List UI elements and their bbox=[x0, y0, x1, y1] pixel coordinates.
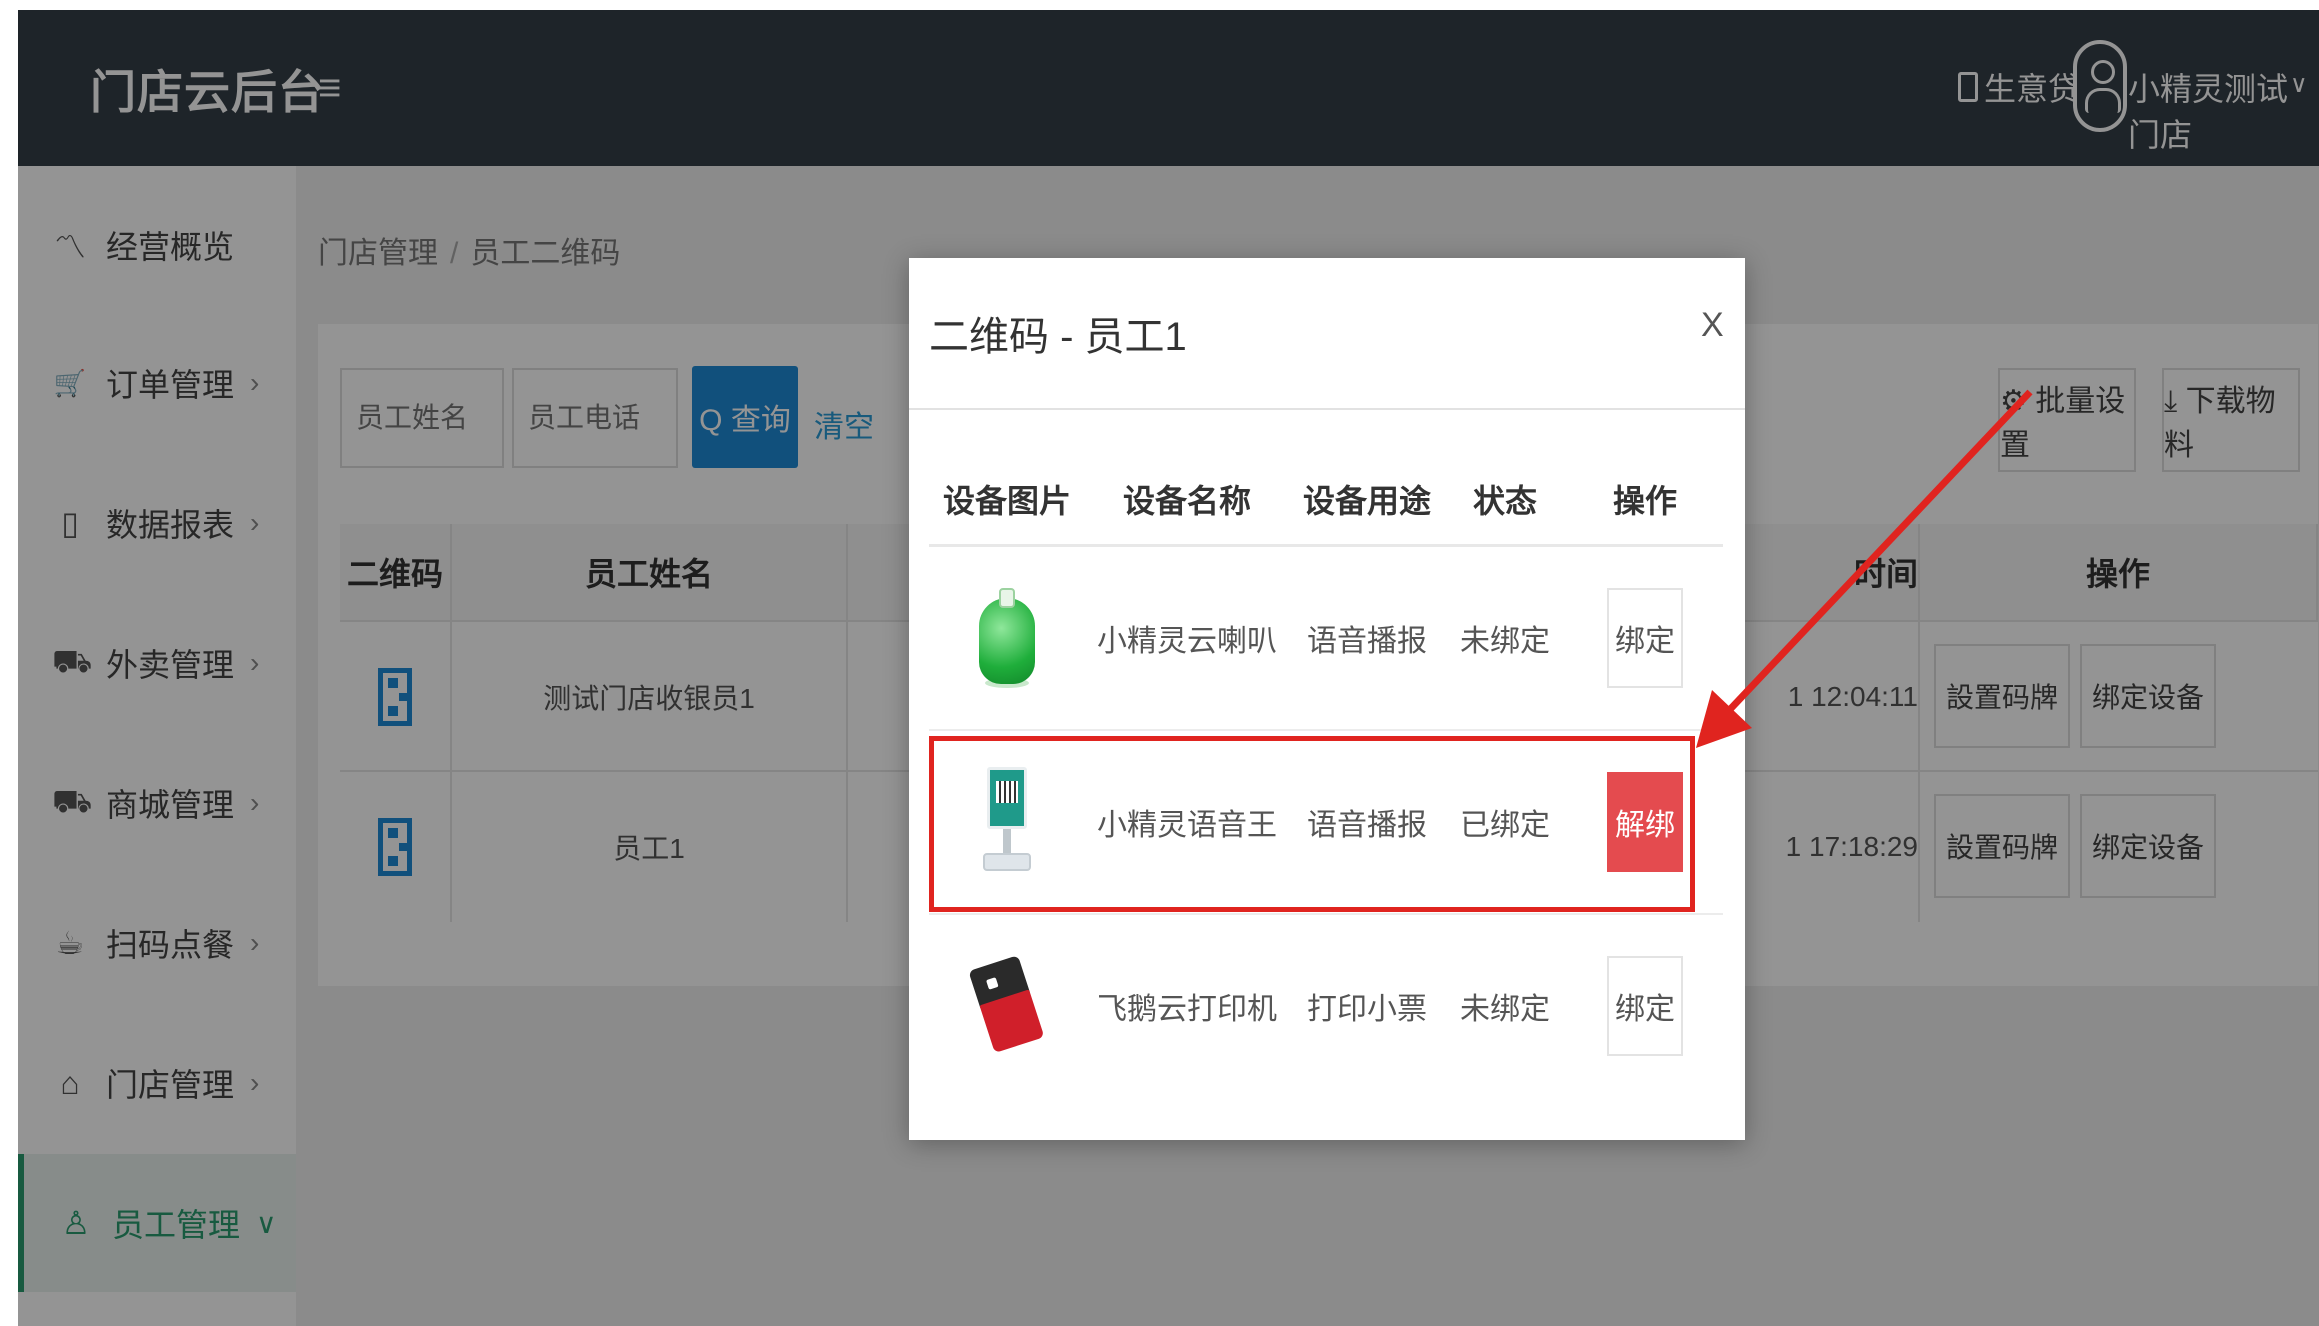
printer-icon bbox=[965, 954, 1050, 1058]
device-row: 小精灵云喇叭 语音播报 未绑定 绑定 bbox=[929, 547, 1723, 729]
action-cell: 绑定 bbox=[1607, 547, 1683, 729]
device-name: 飞鹅云打印机 bbox=[1097, 993, 1277, 1026]
app-window: 门店云后台 ≡ 生意贷 小精灵测试门店 ∨ 〽 经营概览 🛒 订单管理 › ▯ … bbox=[18, 10, 2319, 1326]
modal-title: 二维码 - 员工1 bbox=[929, 315, 1187, 359]
bind-button[interactable]: 绑定 bbox=[1607, 956, 1683, 1056]
device-use: 打印小票 bbox=[1307, 993, 1427, 1026]
modal-column-device: 设备名称 bbox=[1122, 483, 1252, 519]
modal-column-use: 设备用途 bbox=[1302, 483, 1432, 519]
device-use: 语音播报 bbox=[1307, 625, 1427, 658]
modal-column-status: 状态 bbox=[1472, 483, 1538, 519]
modal-column-action: 操作 bbox=[1612, 483, 1678, 519]
device-name: 小精灵语音王 bbox=[1097, 809, 1277, 842]
device-picture bbox=[979, 731, 1035, 913]
close-icon[interactable]: X bbox=[1701, 306, 1724, 345]
bind-button[interactable]: 绑定 bbox=[1607, 588, 1683, 688]
device-status: 未绑定 bbox=[1460, 625, 1550, 658]
modal-column-picture: 设备图片 bbox=[942, 483, 1072, 519]
action-cell: 解绑 bbox=[1607, 731, 1683, 913]
unbind-button[interactable]: 解绑 bbox=[1607, 772, 1683, 872]
device-status: 已绑定 bbox=[1460, 809, 1550, 842]
device-picture bbox=[979, 547, 1035, 729]
qr-device-modal: 二维码 - 员工1 X 设备图片 设备名称 设备用途 状态 操作 小精灵云喇叭 … bbox=[909, 258, 1745, 1140]
device-use: 语音播报 bbox=[1307, 809, 1427, 842]
device-status: 未绑定 bbox=[1460, 993, 1550, 1026]
action-cell: 绑定 bbox=[1607, 915, 1683, 1097]
device-row: 飞鹅云打印机 打印小票 未绑定 绑定 bbox=[929, 915, 1723, 1097]
speaker-icon bbox=[979, 588, 1035, 688]
voice-box-icon bbox=[979, 767, 1035, 877]
device-picture bbox=[968, 915, 1045, 1097]
device-row: 小精灵语音王 语音播报 已绑定 解绑 bbox=[929, 731, 1723, 913]
device-name: 小精灵云喇叭 bbox=[1097, 625, 1277, 658]
divider bbox=[909, 408, 1745, 410]
